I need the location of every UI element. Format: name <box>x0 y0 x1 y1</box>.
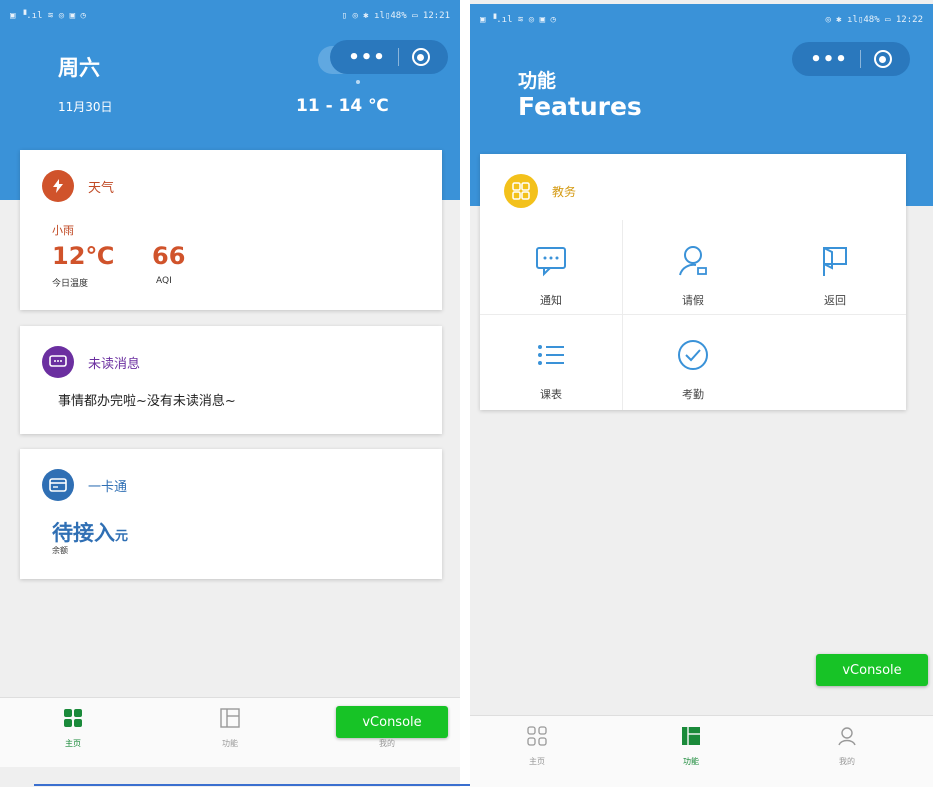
close-target-icon[interactable] <box>411 48 430 66</box>
weather-title: 天气 <box>88 180 115 196</box>
status-right: ▯ ◎ ✱ ıl▯48% ▭ 12:21 <box>341 11 450 21</box>
status-bar: ▣ ▝.ıl ≋ ◎ ▣ ◷ ▯ ◎ ✱ ıl▯48% ▭ 12:21 <box>10 8 450 24</box>
feature-attendance[interactable]: 考勤 <box>622 314 764 408</box>
tab-home-label: 主页 <box>529 757 545 766</box>
aqi-label: AQI <box>156 276 172 286</box>
mini-program-capsule: ••• <box>330 40 448 74</box>
weekday: 周六 <box>58 56 100 80</box>
user-icon <box>838 727 856 746</box>
vconsole-button[interactable]: vConsole <box>336 706 448 738</box>
date: 11月30日 <box>58 100 113 114</box>
aqi-value: 66 <box>152 242 186 270</box>
balance-value-text: 待接入 <box>52 521 115 545</box>
home-grid-icon <box>527 726 547 746</box>
card-icon <box>42 469 74 501</box>
weather-card[interactable]: 天气 小雨 12℃ 今日温度 66 AQI <box>20 150 442 310</box>
feature-notice-label: 通知 <box>540 294 562 307</box>
status-right: ◎ ✱ ıl▯48% ▭ 12:22 <box>825 15 923 25</box>
divider-line <box>34 784 474 786</box>
tab-features-label: 功能 <box>222 739 238 748</box>
balance-unit: 元 <box>115 529 129 544</box>
vconsole-button[interactable]: vConsole <box>816 654 928 686</box>
tab-features[interactable]: 功能 <box>656 726 726 767</box>
feature-attendance-label: 考勤 <box>682 388 704 401</box>
balance-label: 余额 <box>52 546 68 555</box>
unread-text: 事情都办完啦~没有未读消息~ <box>58 394 236 409</box>
list-icon <box>538 345 564 365</box>
apps-grid-icon <box>504 174 538 208</box>
page-title-en: Features <box>518 92 642 121</box>
feature-leave-label: 请假 <box>682 294 704 307</box>
tab-me-label: 我的 <box>839 757 855 766</box>
mini-program-capsule: ••• <box>792 42 910 76</box>
page-title-cn: 功能 <box>518 70 557 92</box>
feature-notice[interactable]: 通知 <box>480 220 622 314</box>
temperature-range: 11 - 14 ℃ <box>296 96 389 116</box>
features-icon <box>682 727 700 745</box>
weather-condition: 小雨 <box>52 224 74 237</box>
more-icon[interactable]: ••• <box>810 49 848 70</box>
unread-card-header: 未读消息 <box>42 346 140 378</box>
more-icon[interactable]: ••• <box>348 47 386 68</box>
notice-icon <box>536 247 566 277</box>
flag-icon <box>823 247 847 276</box>
lightning-icon <box>42 170 74 202</box>
leave-request-icon <box>679 246 707 276</box>
ecard-title: 一卡通 <box>88 479 128 495</box>
home-grid-icon <box>64 709 82 727</box>
capsule-divider <box>860 50 862 68</box>
temperature-label: 今日温度 <box>52 279 89 289</box>
feature-return[interactable]: 返回 <box>764 220 906 314</box>
features-icon <box>220 708 240 728</box>
tab-home[interactable]: 主页 <box>502 726 572 767</box>
tab-bar: 主页 功能 我的 vConsole <box>0 697 460 767</box>
feature-timetable[interactable]: 课表 <box>480 314 622 408</box>
weather-card-header: 天气 <box>42 170 114 202</box>
tab-me[interactable]: 我的 <box>812 726 882 767</box>
section-title: 教务 <box>552 184 577 199</box>
home-screen: ▣ ▝.ıl ≋ ◎ ▣ ◷ ▯ ◎ ✱ ıl▯48% ▭ 12:21 ••• … <box>0 0 460 787</box>
feature-leave[interactable]: 请假 <box>622 220 764 314</box>
status-bar: ▣ ▝.ıl ≋ ◎ ▣ ◷ ◎ ✱ ıl▯48% ▭ 12:22 <box>480 12 923 28</box>
ecard-header: 一卡通 <box>42 469 127 501</box>
feature-return-label: 返回 <box>824 294 846 307</box>
unread-title: 未读消息 <box>88 356 141 372</box>
tab-home[interactable]: 主页 <box>38 708 108 749</box>
close-target-icon[interactable] <box>873 50 892 68</box>
temperature-value: 12℃ <box>52 242 115 270</box>
tab-bar: 主页 功能 我的 <box>470 715 933 787</box>
section-header: 教务 <box>504 174 576 208</box>
features-screen: ▣ ▝.ıl ≋ ◎ ▣ ◷ ◎ ✱ ıl▯48% ▭ 12:22 ••• 功能… <box>470 0 933 787</box>
tab-home-label: 主页 <box>65 739 81 748</box>
unread-messages-card[interactable]: 未读消息 事情都办完啦~没有未读消息~ <box>20 326 442 434</box>
check-circle-icon <box>678 340 708 370</box>
academic-features-card: 教务 通知 请假 返回 课表 考勤 <box>480 154 906 410</box>
tab-me-label: 我的 <box>379 739 395 748</box>
capsule-divider <box>398 48 400 66</box>
tab-features[interactable]: 功能 <box>195 708 265 749</box>
tab-features-label: 功能 <box>683 757 699 766</box>
feature-timetable-label: 课表 <box>540 388 562 401</box>
message-icon <box>42 346 74 378</box>
status-left: ▣ ▝.ıl ≋ ◎ ▣ ◷ <box>10 11 86 21</box>
status-left: ▣ ▝.ıl ≋ ◎ ▣ ◷ <box>480 15 556 25</box>
campus-card-card[interactable]: 一卡通 待接入元 余额 <box>20 449 442 579</box>
balance-value: 待接入元 <box>52 517 128 547</box>
